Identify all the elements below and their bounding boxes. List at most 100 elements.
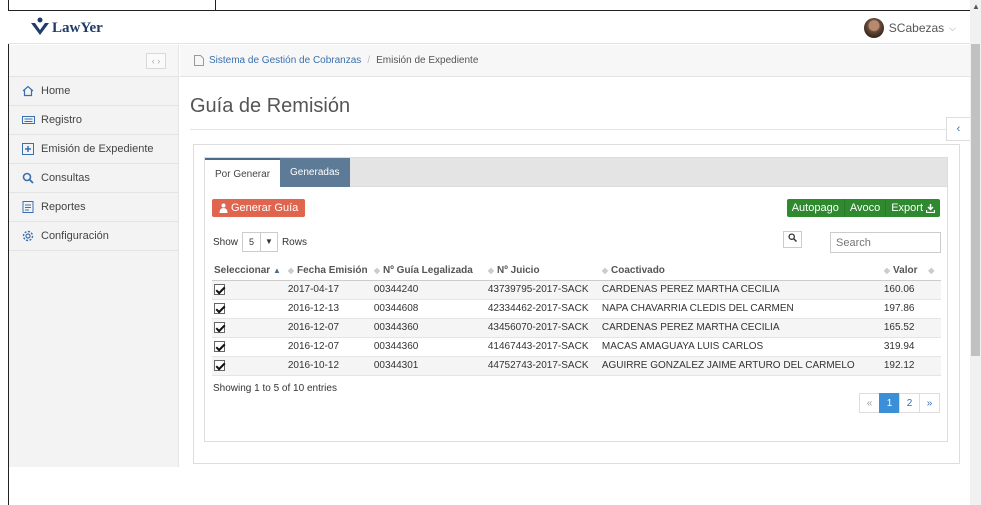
cell-juicio: 41467443-2017-SACK: [485, 337, 600, 357]
content-panel: Por Generar Generadas Generar Guía Autop…: [193, 144, 960, 464]
search-input[interactable]: [830, 232, 941, 253]
pagination-page-2[interactable]: 2: [899, 393, 920, 413]
cell-juicio: 43456070-2017-SACK: [485, 318, 600, 338]
sidebar-item-registro[interactable]: Registro: [9, 106, 178, 135]
breadcrumb-root-link[interactable]: Sistema de Gestión de Cobranzas: [209, 55, 361, 66]
table-row[interactable]: 2016-10-12 00344301 44752743-2017-SACK A…: [212, 356, 941, 376]
search-icon: [21, 172, 35, 184]
home-icon: [21, 85, 35, 97]
sidebar-item-label: Home: [41, 85, 71, 97]
cell-guia: 00344360: [371, 318, 486, 338]
scroll-up-icon[interactable]: ▲: [972, 2, 980, 11]
logo: LawYer: [30, 17, 103, 37]
person-icon: [219, 203, 228, 213]
tab-bar: Por Generar Generadas: [205, 158, 947, 188]
sidebar-item-label: Emisión de Expediente: [41, 143, 154, 155]
tab-card: Por Generar Generadas Generar Guía Autop…: [204, 157, 948, 442]
avoco-button[interactable]: Avoco: [843, 199, 886, 217]
cell-coactivado: NAPA CHAVARRIA CLEDIS DEL CARMEN: [599, 299, 882, 319]
table-row[interactable]: 2016-12-07 00344360 41467443-2017-SACK M…: [212, 337, 941, 357]
cell-valor: 319.94: [881, 337, 941, 357]
column-coactivado[interactable]: ◆ Coactivado: [599, 262, 882, 281]
sidebar-item-reportes[interactable]: Reportes: [9, 193, 178, 222]
table-info: Showing 1 to 5 of 10 entries: [213, 383, 337, 394]
cell-valor: 192.12: [881, 356, 941, 376]
pagination-next[interactable]: »: [919, 393, 940, 413]
cell-coactivado: CARDENAS PEREZ MARTHA CECILIA: [599, 280, 882, 300]
generar-guia-label: Generar Guía: [231, 202, 299, 214]
tab-por-generar[interactable]: Por Generar: [205, 158, 281, 188]
pagination-prev[interactable]: «: [859, 393, 880, 413]
show-label: Show: [213, 236, 239, 248]
top-bar: LawYer SCabezas ⌵: [8, 10, 970, 44]
sidebar-toggle-button[interactable]: ‹ ›: [146, 53, 166, 69]
column-juicio[interactable]: ◆ Nº Juicio: [485, 262, 600, 281]
gear-icon: [21, 230, 35, 242]
row-checkbox[interactable]: [214, 340, 225, 352]
sort-icon: ◆: [601, 266, 609, 276]
sidebar-item-home[interactable]: Home: [9, 77, 178, 106]
cell-valor: 160.06: [881, 280, 941, 300]
document-icon: [194, 55, 204, 66]
cell-coactivado: CARDENAS PEREZ MARTHA CECILIA: [599, 318, 882, 338]
rows-per-page: Show 5 ▼ Rows: [213, 232, 307, 252]
cell-coactivado: AGUIRRE GONZALEZ JAIME ARTURO DEL CARMEL…: [599, 356, 882, 376]
user-menu[interactable]: SCabezas ⌵: [863, 18, 956, 38]
row-checkbox[interactable]: [214, 321, 225, 333]
pagination-page-1[interactable]: 1: [879, 393, 900, 413]
chevron-left-icon[interactable]: ‹: [946, 117, 970, 141]
export-button[interactable]: Export: [885, 199, 940, 217]
breadcrumb-current: Emisión de Expediente: [376, 55, 479, 66]
row-checkbox[interactable]: [214, 359, 225, 371]
page-title: Guía de Remisión: [190, 95, 351, 117]
cell-guia: 00344360: [371, 337, 486, 357]
column-guia-legalizada[interactable]: ◆ Nº Guía Legalizada: [371, 262, 486, 281]
cell-guia: 00344301: [371, 356, 486, 376]
table-row[interactable]: 2016-12-13 00344608 42334462-2017-SACK N…: [212, 299, 941, 319]
tab-generadas[interactable]: Generadas: [280, 158, 350, 187]
download-icon: [926, 203, 935, 213]
sort-icon: ◆: [373, 266, 381, 276]
sidebar-toggle-row: ‹ ›: [9, 45, 178, 77]
export-button-group: Autopago Avoco Export: [786, 199, 940, 217]
column-fecha-emision[interactable]: ◆ Fecha Emisión: [285, 262, 372, 281]
sort-icon: ◆: [287, 266, 295, 276]
sort-icon: ◆: [883, 266, 891, 276]
table-row[interactable]: 2016-12-07 00344360 43456070-2017-SACK C…: [212, 318, 941, 338]
app-frame: LawYer SCabezas ⌵ ▲ ‹ › Home Registro Em…: [0, 0, 981, 505]
sidebar-item-label: Reportes: [41, 201, 86, 213]
chevron-down-icon: ▼: [260, 232, 277, 252]
rows-per-page-value: 5: [249, 237, 255, 247]
rows-label: Rows: [281, 236, 307, 248]
report-icon: [21, 201, 35, 213]
sidebar-item-configuracion[interactable]: Configuración: [9, 222, 178, 251]
frame-tick: [215, 0, 216, 10]
generar-guia-button[interactable]: Generar Guía: [212, 199, 306, 217]
autopago-button[interactable]: Autopago: [787, 199, 844, 217]
pagination: « 1 2 »: [859, 393, 940, 413]
sort-icon: ◆: [487, 266, 495, 276]
column-valor[interactable]: ◆ Valor ◆: [881, 262, 941, 281]
search-icon[interactable]: [783, 231, 802, 248]
sort-asc-icon: ▲: [272, 266, 281, 276]
row-checkbox[interactable]: [214, 283, 225, 295]
cell-guia: 00344240: [371, 280, 486, 300]
logo-icon: [31, 17, 49, 35]
sidebar-item-emision[interactable]: Emisión de Expediente: [9, 135, 178, 164]
cell-juicio: 42334462-2017-SACK: [485, 299, 600, 319]
column-seleccionar[interactable]: Seleccionar ▲: [212, 262, 286, 281]
cell-valor: 197.86: [881, 299, 941, 319]
user-name: SCabezas: [888, 21, 945, 35]
cell-juicio: 43739795-2017-SACK: [485, 280, 600, 300]
rows-per-page-select[interactable]: 5 ▼: [242, 232, 278, 252]
row-checkbox[interactable]: [214, 302, 225, 314]
cell-fecha: 2016-10-12: [285, 356, 372, 376]
plus-square-icon: [21, 143, 35, 155]
scrollbar-thumb[interactable]: [971, 44, 980, 356]
breadcrumb: Sistema de Gestión de Cobranzas / Emisió…: [180, 45, 970, 77]
avatar: [863, 18, 884, 38]
sidebar-item-consultas[interactable]: Consultas: [9, 164, 178, 193]
table-row[interactable]: 2017-04-17 00344240 43739795-2017-SACK C…: [212, 280, 941, 300]
sidebar-item-label: Registro: [41, 114, 82, 126]
sidebar-item-label: Consultas: [41, 172, 90, 184]
